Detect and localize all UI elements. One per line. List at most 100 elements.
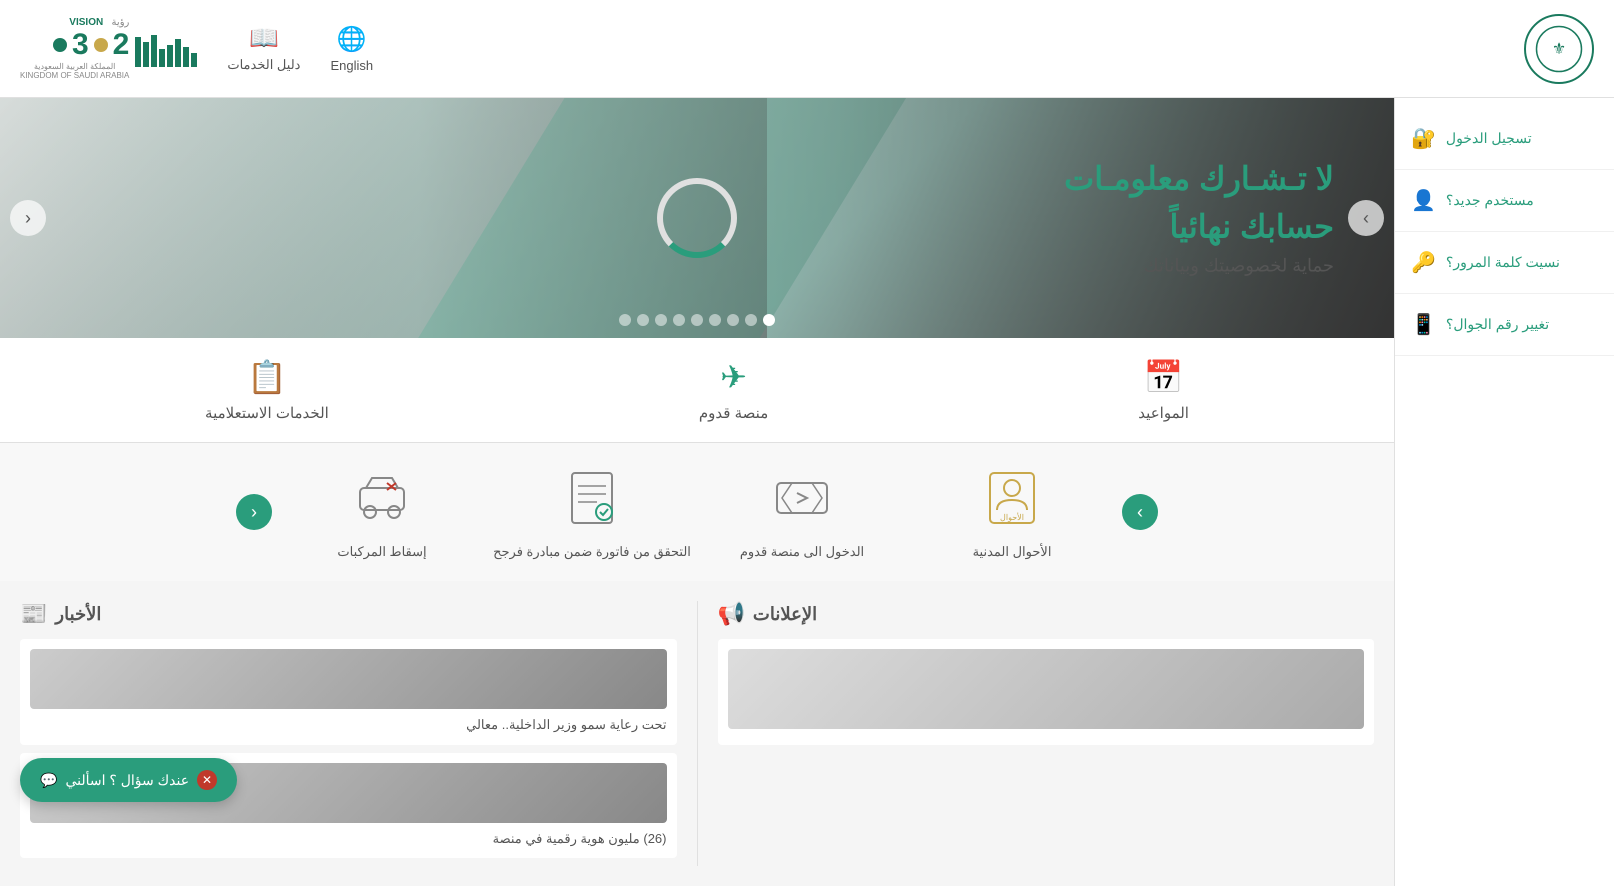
vision-year: 2 3 [20, 28, 129, 62]
service-item-civil-status[interactable]: الأحوال الأحوال المدنية [912, 463, 1112, 561]
vision-bars [135, 31, 197, 67]
civil-status-icon: الأحوال [977, 463, 1047, 533]
sidebar-new-user-label: مستخدم جديد؟ [1446, 192, 1534, 209]
news-header: الأخبار 📰 [20, 601, 677, 627]
ksa-label: المملكة العربية السعودية KINGDOM OF SAUD… [20, 62, 129, 80]
news-item-0[interactable]: تحت رعاية سمو وزير الداخلية.. معالي [20, 639, 677, 745]
svg-text:الأحوال: الأحوال [1000, 512, 1024, 522]
bill-check-label: التحقق من فاتورة ضمن مبادرة فرجح [493, 543, 691, 561]
news-text-1: (26) مليون هوية رقمية في منصة [493, 831, 667, 846]
announcements-title: الإعلانات [753, 604, 817, 625]
section-divider [697, 601, 698, 866]
chat-icon: 💬 [40, 772, 57, 789]
banner-subtitle: حماية لخصوصيتك وبياناتك [1064, 256, 1334, 277]
header: ⚜ 🌐 English 📖 دليل الخدمات [0, 0, 1614, 98]
forgot-password-icon: 🔑 [1411, 250, 1436, 275]
services-prev-icon: ‹ [251, 502, 257, 523]
news-section: الأخبار 📰 تحت رعاية سمو وزير الداخلية.. … [20, 601, 677, 866]
services-guide-label: دليل الخدمات [227, 57, 300, 73]
loading-spinner [657, 178, 737, 258]
hero-banner: لا تـشـارك معلومـات حسابك نهائياً حماية … [0, 98, 1394, 338]
banner-dot-1[interactable] [745, 314, 757, 326]
sidebar-item-change-mobile[interactable]: تغيير رقم الجوال؟ 📱 [1395, 294, 1614, 356]
banner-dot-0[interactable] [763, 314, 775, 326]
chat-close-btn[interactable]: ✕ [197, 770, 217, 790]
banner-dot-5[interactable] [673, 314, 685, 326]
service-item-vehicle-scrapping[interactable]: إسقاط المركبات [282, 463, 482, 561]
arrival-platform-icon: ✈ [720, 358, 747, 396]
banner-dot-8[interactable] [619, 314, 631, 326]
vision-2030-logo: رؤية VISION 2 3 المملكة العربية السعودية… [20, 17, 197, 80]
new-user-icon: 👤 [1411, 188, 1436, 213]
appointments-icon: 📅 [1144, 358, 1184, 396]
ministry-logo: ⚜ [1524, 14, 1594, 84]
banner-dot-4[interactable] [691, 314, 703, 326]
banner-next-btn[interactable]: ‹ [10, 200, 46, 236]
banner-text-block: لا تـشـارك معلومـات حسابك نهائياً حماية … [1064, 160, 1334, 277]
spinner-circle [657, 178, 737, 258]
chat-close-icon: ✕ [202, 773, 212, 787]
services-next-btn[interactable]: › [1122, 494, 1158, 530]
arrival-login-icon [767, 463, 837, 533]
services-prev-btn[interactable]: ‹ [236, 494, 272, 530]
quick-link-appointments[interactable]: 📅 المواعيد [1138, 358, 1189, 422]
english-label: English [330, 58, 373, 73]
banner-dot-2[interactable] [727, 314, 739, 326]
banner-dots [619, 314, 775, 326]
services-section: › الأحوال الأحوال المدنية [0, 443, 1394, 581]
main-container: تسجيل الدخول 🔐 مستخدم جديد؟ 👤 نسيت كلمة … [0, 98, 1614, 886]
news-icon: 📰 [20, 601, 47, 627]
book-icon: 📖 [249, 24, 279, 53]
arrival-login-label: الدخول الى منصة قدوم [740, 543, 864, 561]
sidebar-forgot-password-label: نسيت كلمة المرور؟ [1446, 254, 1560, 271]
sidebar: تسجيل الدخول 🔐 مستخدم جديد؟ 👤 نسيت كلمة … [1394, 98, 1614, 886]
sidebar-item-login[interactable]: تسجيل الدخول 🔐 [1395, 108, 1614, 170]
civil-status-label: الأحوال المدنية [973, 543, 1052, 561]
globe-icon: 🌐 [337, 25, 367, 54]
quick-link-arrival-platform[interactable]: ✈ منصة قدوم [699, 358, 768, 422]
announcements-section: الإعلانات 📢 [718, 601, 1375, 866]
chat-button[interactable]: ✕ عندك سؤال ؟ اسألني 💬 [20, 758, 237, 802]
services-row: › الأحوال الأحوال المدنية [20, 463, 1374, 561]
english-toggle[interactable]: 🌐 English [330, 25, 373, 73]
banner-prev-btn[interactable]: › [1348, 200, 1384, 236]
sidebar-item-new-user[interactable]: مستخدم جديد؟ 👤 [1395, 170, 1614, 232]
header-nav: 🌐 English 📖 دليل الخدمات [20, 17, 373, 80]
banner-dot-7[interactable] [637, 314, 649, 326]
quick-links-bar: 📅 المواعيد ✈ منصة قدوم 📋 الخدمات الاستعل… [0, 338, 1394, 443]
next-arrow-icon: ‹ [25, 208, 31, 229]
inquiry-services-label: الخدمات الاستعلامية [205, 404, 329, 422]
service-item-arrival-login[interactable]: الدخول الى منصة قدوم [702, 463, 902, 561]
services-next-icon: › [1137, 502, 1143, 523]
sidebar-item-forgot-password[interactable]: نسيت كلمة المرور؟ 🔑 [1395, 232, 1614, 294]
news-text-0: تحت رعاية سمو وزير الداخلية.. معالي [466, 717, 666, 732]
quick-link-inquiry-services[interactable]: 📋 الخدمات الاستعلامية [205, 358, 329, 422]
bill-check-icon [557, 463, 627, 533]
vehicle-scrapping-icon [347, 463, 417, 533]
promo-item-0[interactable] [718, 639, 1375, 745]
arrival-platform-label: منصة قدوم [699, 404, 768, 422]
banner-title-line1: لا تـشـارك معلومـات [1064, 160, 1334, 198]
appointments-label: المواعيد [1138, 404, 1189, 422]
banner-dot-6[interactable] [655, 314, 667, 326]
sidebar-login-label: تسجيل الدخول [1446, 130, 1532, 147]
service-item-bill-check[interactable]: التحقق من فاتورة ضمن مبادرة فرجح [492, 463, 692, 561]
bottom-sections: الإعلانات 📢 الأخبار 📰 تحت رعاية سمو وزير… [0, 581, 1394, 886]
promo-image [728, 649, 1365, 729]
chat-label: عندك سؤال ؟ اسألني [65, 772, 189, 789]
svg-text:⚜: ⚜ [1552, 41, 1566, 58]
change-mobile-icon: 📱 [1411, 312, 1436, 337]
sidebar-change-mobile-label: تغيير رقم الجوال؟ [1446, 316, 1549, 333]
announcements-header: الإعلانات 📢 [718, 601, 1375, 627]
banner-title-line2: حسابك نهائياً [1064, 208, 1334, 246]
news-title: الأخبار [55, 604, 101, 625]
header-logo-area: ⚜ [1524, 14, 1594, 84]
vehicle-scrapping-label: إسقاط المركبات [337, 543, 426, 561]
login-icon: 🔐 [1411, 126, 1436, 151]
banner-dot-3[interactable] [709, 314, 721, 326]
inquiry-services-icon: 📋 [247, 358, 287, 396]
news-image-0 [30, 649, 667, 709]
prev-arrow-icon: › [1363, 208, 1369, 229]
vision-label: رؤية VISION [20, 17, 129, 28]
services-guide-link[interactable]: 📖 دليل الخدمات [227, 24, 300, 73]
